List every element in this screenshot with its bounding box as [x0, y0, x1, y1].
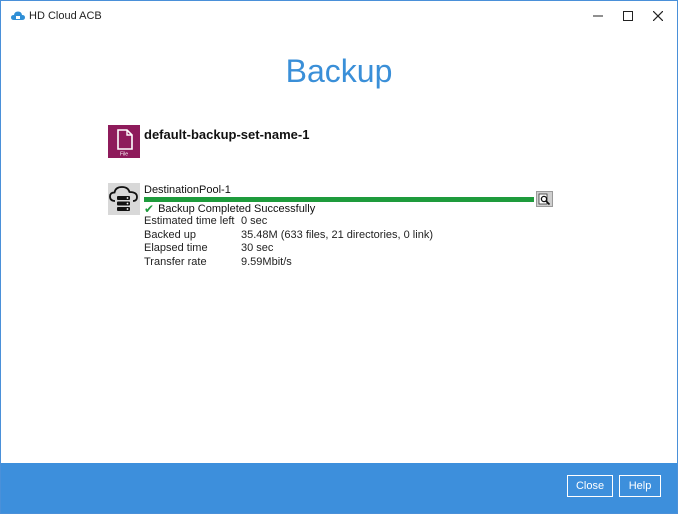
magnifier-document-icon: [538, 193, 551, 205]
stat-label: Elapsed time: [144, 242, 208, 254]
stat-value: 0 sec: [241, 215, 268, 227]
maximize-button[interactable]: [613, 1, 643, 31]
close-icon: [653, 11, 663, 21]
stat-row: Backed up 35.48M (633 files, 21 director…: [144, 229, 433, 243]
backup-set-name: default-backup-set-name-1: [144, 127, 310, 142]
stat-value: 9.59Mbit/s: [241, 255, 292, 268]
backup-set-file-icon: File: [108, 125, 140, 158]
minimize-button[interactable]: [583, 1, 613, 31]
page-title: Backup: [285, 53, 393, 89]
stat-row: Elapsed time 30 sec: [144, 242, 433, 256]
stat-value: 30 sec: [241, 242, 274, 254]
window-title: HD Cloud ACB: [29, 10, 102, 22]
check-icon: ✔: [144, 202, 155, 216]
close-window-button[interactable]: [643, 1, 673, 31]
stat-value: 35.48M (633 files, 21 directories, 0 lin…: [241, 228, 433, 241]
stat-row: Transfer rate 9.59Mbit/s: [144, 256, 433, 270]
destination-name: DestinationPool-1: [144, 184, 231, 196]
cloud-app-icon: [11, 11, 25, 20]
close-button[interactable]: Close: [567, 475, 613, 497]
destination-icon: [108, 183, 140, 215]
file-icon-label: File: [120, 152, 128, 158]
help-button[interactable]: Help: [619, 475, 661, 497]
stat-label: Backed up: [144, 228, 196, 241]
backup-stats: Estimated time left 0 sec Backed up 35.4…: [144, 215, 433, 269]
app-window: HD Cloud ACB Backup File default-backup-…: [0, 0, 678, 514]
stat-row: Estimated time left 0 sec: [144, 215, 433, 229]
stat-label: Estimated time left: [144, 215, 235, 227]
stat-label: Transfer rate: [144, 255, 207, 268]
status-text: Backup Completed Successfully: [158, 203, 316, 215]
backup-status: ✔ Backup Completed Successfully: [144, 202, 315, 216]
footer-bar: Close Help: [1, 463, 677, 513]
title-bar: HD Cloud ACB: [1, 1, 677, 31]
view-details-button[interactable]: [536, 191, 553, 207]
maximize-icon: [623, 11, 633, 21]
minimize-icon: [593, 15, 603, 17]
cloud-server-icon: [109, 186, 138, 211]
file-icon: File: [117, 129, 133, 158]
